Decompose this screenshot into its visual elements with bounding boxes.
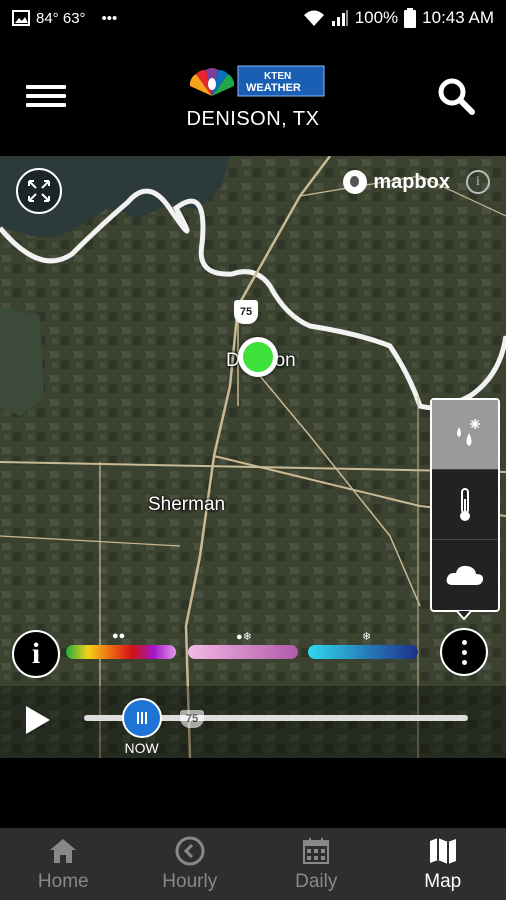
layer-selector: [430, 398, 500, 612]
bottom-nav: Home Hourly Daily Map: [0, 828, 506, 900]
wifi-icon: [303, 10, 324, 26]
status-temps: 84° 63°: [36, 9, 86, 27]
nav-home-label: Home: [37, 871, 89, 892]
home-icon: [50, 839, 77, 863]
more-dot: [461, 639, 467, 645]
mapbox-attribution[interactable]: mapbox: [343, 170, 450, 194]
map-view[interactable]: mapbox i 75 Denison Sherman: [0, 156, 506, 758]
highway-shield: 75: [234, 300, 258, 324]
radar-legend: i ●● ●❄ ❄: [0, 618, 506, 678]
more-dot: [461, 659, 467, 665]
clock: 10:43 AM: [422, 8, 494, 27]
snow-legend-icon: ❄: [362, 631, 372, 643]
rain-legend-bar: [66, 645, 176, 659]
search-icon[interactable]: [436, 76, 476, 116]
more-dot: [461, 649, 467, 655]
snow-legend-bar: [308, 645, 418, 659]
rain-legend-icon: ●●: [112, 630, 126, 642]
mapbox-label: mapbox: [373, 170, 450, 193]
layer-clouds-button[interactable]: [432, 540, 498, 610]
mapbox-logo-icon: [343, 170, 368, 194]
map-label-sherman: Sherman: [148, 494, 226, 515]
map-icon: [429, 838, 456, 864]
status-dots: •••: [101, 9, 118, 27]
fullscreen-button[interactable]: [16, 168, 62, 214]
nav-hourly-label: Hourly: [162, 871, 218, 892]
thumb-grip: [140, 712, 143, 724]
legend-info-button[interactable]: i: [12, 630, 60, 678]
station-logo: KTEN WEATHER: [189, 65, 325, 97]
logo-text-weather: WEATHER: [246, 82, 301, 94]
thumb-grip: [136, 712, 139, 724]
menu-icon-line: [26, 85, 66, 89]
menu-icon-line: [26, 94, 66, 98]
precipitation-icon: [457, 418, 480, 446]
thermometer-icon: [460, 487, 470, 521]
nav-map[interactable]: Map: [380, 828, 506, 900]
signal-icon: [331, 10, 348, 26]
highway-shield: 75: [180, 710, 204, 728]
layer-temperature-button[interactable]: [432, 470, 498, 540]
nav-hourly[interactable]: Hourly: [127, 828, 254, 900]
mix-legend-icon: ●❄: [236, 631, 252, 643]
status-bar: 84° 63° ••• 100% 10:43 AM: [0, 0, 506, 36]
nav-daily[interactable]: Daily: [253, 828, 380, 900]
nav-daily-label: Daily: [295, 871, 338, 892]
now-label: NOW: [124, 740, 159, 756]
nav-home[interactable]: Home: [0, 828, 127, 900]
play-button[interactable]: [26, 706, 50, 734]
battery-percent: 100%: [354, 8, 399, 27]
mix-legend-bar: [188, 645, 298, 659]
clock-back-icon: [175, 836, 205, 866]
menu-icon-line: [26, 103, 66, 107]
layer-precipitation-button[interactable]: [432, 400, 498, 470]
radar-timeline: 75 NOW: [0, 686, 506, 758]
expand-icon: [28, 180, 50, 202]
logo-text-kten: KTEN: [264, 71, 291, 82]
nav-map-label: Map: [424, 871, 462, 892]
timeline-thumb[interactable]: [121, 698, 162, 738]
ad-space: [0, 758, 506, 828]
map-info-button[interactable]: i: [466, 170, 490, 194]
cloud-icon: [446, 565, 484, 585]
location-title[interactable]: DENISON, TX: [0, 108, 506, 131]
image-icon: [12, 10, 30, 26]
battery-icon: [404, 8, 417, 28]
thumb-grip: [144, 712, 147, 724]
calendar-icon: [303, 838, 330, 864]
current-location-marker[interactable]: [238, 337, 278, 377]
app-header: KTEN WEATHER DENISON, TX: [0, 36, 506, 156]
more-options-button[interactable]: [440, 628, 488, 676]
